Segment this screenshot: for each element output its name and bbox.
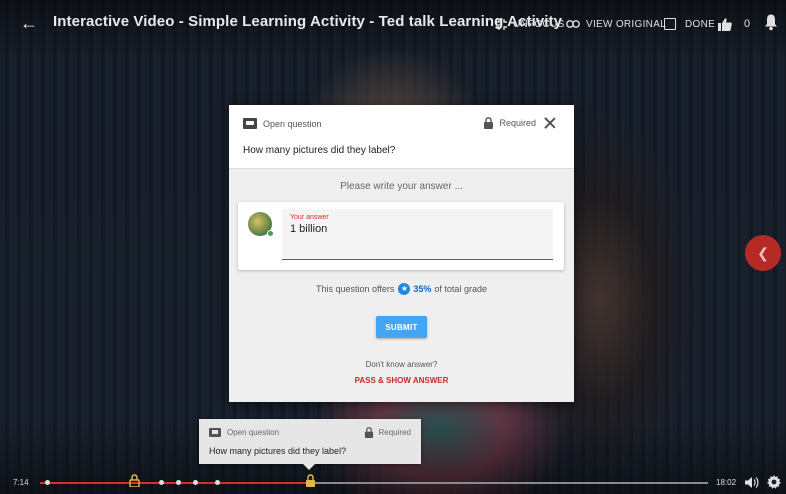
dont-know-text: Don't know answer? xyxy=(365,360,438,369)
star-icon: ★ xyxy=(398,283,411,295)
top-bar: ← Interactive Video - Simple Learning Ac… xyxy=(0,0,786,46)
thumbs-up-icon xyxy=(718,17,732,31)
grade-info: This question offers ★ 35% of total grad… xyxy=(229,283,574,295)
open-question-icon xyxy=(243,118,257,129)
done-checkbox-icon xyxy=(664,18,676,30)
answer-card: Your answer 1 billion xyxy=(238,202,564,270)
back-arrow-icon[interactable]: ← xyxy=(18,12,40,34)
lock-icon[interactable] xyxy=(305,474,316,487)
preview-pointer xyxy=(303,464,315,470)
seek-bar-progress xyxy=(40,482,307,484)
grade-suffix: of total grade xyxy=(434,284,487,294)
view-original-label: VIEW ORIGINAL xyxy=(586,18,667,30)
like-count: 0 xyxy=(744,18,751,30)
preview-question-type-label: Open question xyxy=(227,428,280,437)
volume-icon[interactable] xyxy=(745,476,759,489)
grade-prefix: This question offers xyxy=(316,284,395,294)
grade-percent: 35% xyxy=(413,284,432,294)
timeline-marker[interactable] xyxy=(159,480,164,485)
required-label: Required xyxy=(499,118,536,128)
unfocus-button[interactable]: UNFOCUS xyxy=(496,15,565,33)
required-indicator: Required xyxy=(483,117,556,129)
total-time: 18:02 xyxy=(716,478,737,487)
preview-required-indicator: Required xyxy=(364,427,411,438)
answer-field-label: Your answer xyxy=(290,214,329,221)
unfocus-icon xyxy=(496,18,507,30)
pass-show-answer-link[interactable]: PASS & SHOW ANSWER xyxy=(229,376,574,385)
lock-icon xyxy=(364,427,373,438)
submit-button[interactable]: SUBMIT xyxy=(376,316,427,338)
answer-input[interactable]: Your answer 1 billion xyxy=(282,209,553,260)
question-dialog: Open question Required How many pictures… xyxy=(229,105,574,402)
unfocus-label: UNFOCUS xyxy=(513,18,565,30)
next-interaction-button[interactable]: ❮ xyxy=(745,235,781,271)
current-time: 7:14 xyxy=(13,478,29,487)
question-type-label: Open question xyxy=(263,118,322,129)
open-question-icon xyxy=(209,428,221,437)
timeline-marker[interactable] xyxy=(193,480,198,485)
view-original-button[interactable]: VIEW ORIGINAL xyxy=(566,15,666,33)
question-type: Open question xyxy=(243,118,322,129)
preview-required-label: Required xyxy=(378,428,411,437)
question-text: How many pictures did they label? xyxy=(243,145,396,156)
answer-prompt: Please write your answer ... xyxy=(340,181,463,192)
settings-icon[interactable] xyxy=(767,475,781,489)
dialog-header: Open question Required How many pictures… xyxy=(229,105,574,169)
preview-question-type: Open question xyxy=(209,428,279,437)
done-button[interactable]: DONE xyxy=(664,15,715,33)
timeline-preview-card[interactable]: Open question Required How many pictures… xyxy=(199,419,421,470)
page-title: Interactive Video - Simple Learning Acti… xyxy=(53,13,563,30)
timeline-marker[interactable] xyxy=(176,480,181,485)
done-label: DONE xyxy=(685,18,716,30)
lock-icon xyxy=(484,117,494,129)
answer-field-value: 1 billion xyxy=(290,223,328,235)
online-status-icon xyxy=(267,230,274,237)
close-icon[interactable] xyxy=(544,117,556,129)
player-controls: 7:14 18:02 xyxy=(0,472,786,494)
link-icon xyxy=(566,20,580,28)
chevron-left-icon: ❮ xyxy=(757,245,769,261)
lock-icon[interactable] xyxy=(129,474,140,487)
like-button[interactable]: 0 xyxy=(718,15,750,33)
bell-icon[interactable] xyxy=(764,13,778,31)
timeline-marker[interactable] xyxy=(215,480,220,485)
timeline-marker[interactable] xyxy=(45,480,50,485)
preview-question-text: How many pictures did they label? xyxy=(209,446,347,456)
